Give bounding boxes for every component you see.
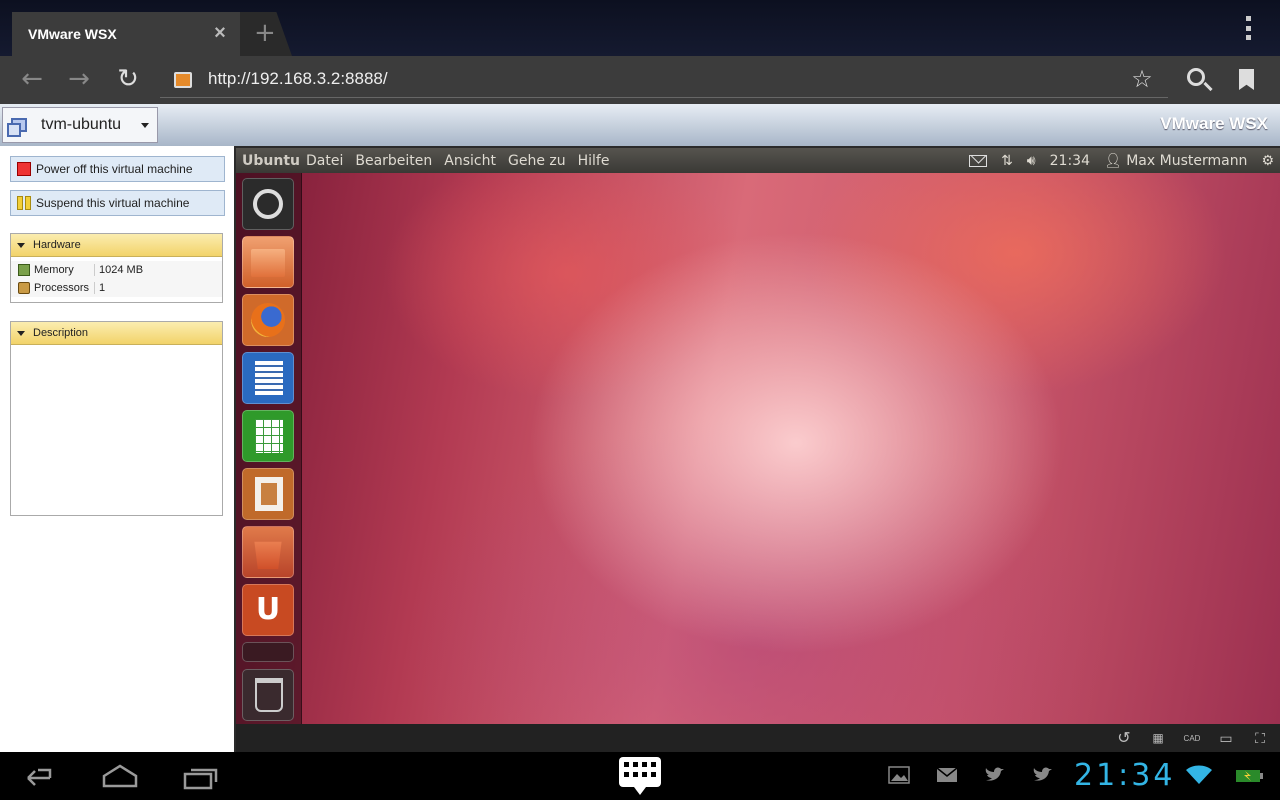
star-icon[interactable]: ☆ [1126,64,1158,96]
description-title: Description [33,327,89,339]
fit-window-icon[interactable]: ▭ [1214,728,1238,748]
vm-name: tvm-ubuntu [41,116,122,133]
ubuntu-app-name: Ubuntu- [242,152,300,169]
impress-icon[interactable] [242,468,294,520]
menu-item-hilfe[interactable]: Hilfe [578,153,610,169]
hardware-row-memory: Memory 1024 MB [11,261,222,279]
close-tab-icon[interactable]: × [210,23,230,44]
dash-icon[interactable] [242,178,294,230]
mail-icon[interactable] [969,154,988,167]
suspend-button[interactable]: Suspend this virtual machine [10,190,225,216]
guest-clock[interactable]: 21:34 [1050,153,1090,169]
app-title: VMware WSX [1160,114,1268,133]
power-off-button[interactable]: Power off this virtual machine [10,156,225,182]
hardware-value: 1 [99,282,106,294]
twitter-notification-icon[interactable] [984,766,1006,784]
vm-sidebar: Power off this virtual machine Suspend t… [0,146,234,752]
unity-launcher: U [236,173,302,724]
wifi-icon [1184,764,1214,786]
screen: VMware WSX × + ← → ↻ http://192.168.3.2:… [0,0,1280,800]
description-header[interactable]: Description [11,322,222,345]
android-back-icon[interactable] [24,760,58,792]
cad-button[interactable]: CAD [1180,728,1204,748]
menu-item-gehe-zu[interactable]: Gehe zu [508,153,566,169]
hardware-header[interactable]: Hardware [11,234,222,257]
hardware-label: Memory [34,264,95,276]
hardware-row-processors: Processors 1 [11,279,222,297]
keyboard-switch-icon[interactable] [618,756,662,796]
search-icon[interactable] [1183,64,1215,96]
ubuntu-top-panel: Ubuntu- Datei Bearbeiten Ansicht Gehe zu… [236,148,1280,173]
ubuntu-desktop[interactable]: U [236,173,1280,724]
network-icon[interactable]: ⇅ [1001,153,1013,169]
user-icon: 👤︎ [1103,152,1127,169]
volume-icon[interactable]: 🔊︎ [1027,153,1036,169]
hardware-title: Hardware [33,239,81,251]
vm-console[interactable]: Ubuntu- Datei Bearbeiten Ansicht Gehe zu… [234,146,1280,752]
refresh-icon[interactable]: ↺ [1112,728,1136,748]
new-tab-button[interactable]: + [240,12,292,56]
workspaces-icon[interactable] [242,642,294,662]
mail-notification-icon[interactable] [936,766,958,784]
android-clock[interactable]: 21:34 [1074,758,1175,793]
menu-item-datei[interactable]: Datei [306,153,343,169]
user-name: Max Mustermann [1126,152,1248,169]
writer-icon[interactable] [242,352,294,404]
fullscreen-icon[interactable]: ⛶ [1248,728,1272,748]
android-recent-apps-icon[interactable] [183,760,219,792]
hardware-value: 1024 MB [99,264,144,276]
hardware-label: Processors [34,282,95,294]
suspend-label: Suspend this virtual machine [36,196,190,210]
reload-icon[interactable]: ↻ [112,64,144,96]
address-bar[interactable]: http://192.168.3.2:8888/ [160,62,1168,98]
gallery-notification-icon[interactable] [888,766,910,784]
trash-icon[interactable] [242,669,294,721]
firefox-icon[interactable] [242,294,294,346]
chevron-down-icon [141,123,149,128]
browser-tab-strip: VMware WSX × + [0,0,1280,56]
description-body[interactable] [11,345,222,515]
suspend-icon [17,196,31,210]
twitter-notification-icon[interactable] [1032,766,1054,784]
calc-icon[interactable] [242,410,294,462]
software-center-icon[interactable] [242,526,294,578]
android-home-icon[interactable] [102,760,138,792]
files-icon[interactable] [242,236,294,288]
back-icon[interactable]: ← [16,64,48,96]
vm-selector[interactable]: tvm-ubuntu [2,107,158,143]
user-menu[interactable]: 👤︎ Max Mustermann [1104,153,1247,169]
processor-icon [18,282,30,294]
collapse-icon [17,242,25,248]
session-gear-icon[interactable]: ⚙ [1261,153,1274,169]
url-text[interactable]: http://192.168.3.2:8888/ [208,69,388,89]
bookmarks-icon[interactable] [1230,64,1262,96]
collapse-icon [17,330,25,336]
console-control-bar: ↺ ▦ CAD ▭ ⛶ [236,724,1280,752]
power-off-icon [17,162,31,176]
ubuntu-indicators: ⇅ 🔊︎ 21:34 👤︎ Max Mustermann ⚙ [969,148,1274,173]
description-panel: Description [10,321,223,516]
menu-item-bearbeiten[interactable]: Bearbeiten [355,153,432,169]
overflow-menu-icon[interactable] [1242,16,1254,40]
power-off-label: Power off this virtual machine [36,162,193,176]
forward-icon[interactable]: → [63,64,95,96]
ubuntu-one-icon[interactable]: U [242,584,294,636]
memory-icon [18,264,30,276]
virtual-machine-icon [7,118,27,137]
browser-toolbar: ← → ↻ http://192.168.3.2:8888/ ☆ [0,56,1280,104]
menu-item-ansicht[interactable]: Ansicht [444,153,496,169]
battery-icon [1236,768,1264,782]
site-favicon-icon [174,72,192,88]
hardware-panel: Hardware Memory 1024 MB Processors 1 [10,233,223,303]
android-system-bar: 21:34 [0,752,1280,800]
wsx-header: tvm-ubuntu VMware WSX [0,104,1280,146]
browser-tab[interactable]: VMware WSX × [12,12,240,56]
keyboard-icon[interactable]: ▦ [1146,728,1170,748]
tab-title: VMware WSX [28,26,117,42]
